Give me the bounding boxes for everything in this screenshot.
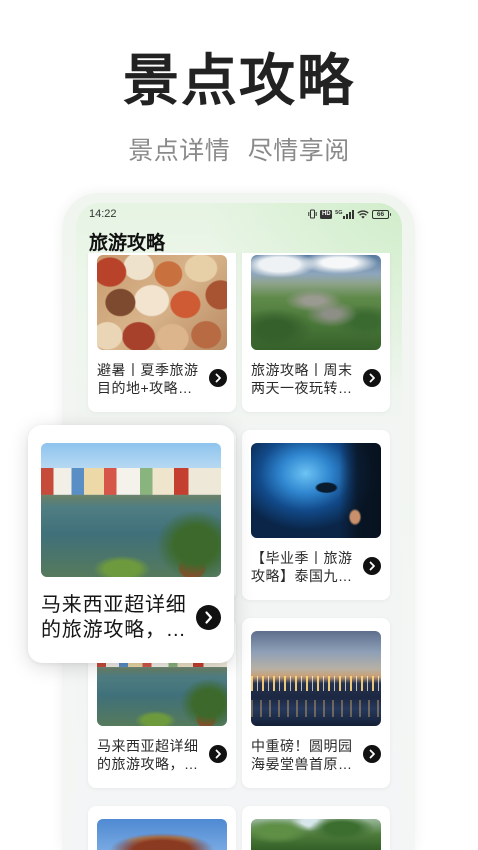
open-article-button[interactable] — [363, 557, 381, 575]
battery-icon: 66 — [372, 209, 391, 219]
article-thumbnail[interactable] — [251, 631, 381, 726]
chevron-right-icon — [363, 745, 381, 763]
open-article-button[interactable] — [209, 745, 227, 763]
featured-article-thumbnail[interactable] — [41, 443, 221, 577]
status-time: 14:22 — [89, 208, 117, 220]
article-card[interactable]: 中重磅！圆明园 海晏堂兽首原… — [242, 618, 390, 788]
chevron-right-icon — [209, 369, 227, 387]
article-thumbnail[interactable] — [251, 443, 381, 538]
featured-article-card[interactable]: 马来西亚超详细 的旅游攻略，… — [28, 425, 234, 663]
article-card[interactable] — [242, 806, 390, 850]
wifi-icon — [357, 209, 369, 219]
featured-article-title: 马来西亚超详细 的旅游攻略，… — [41, 593, 193, 643]
open-article-button[interactable] — [209, 369, 227, 387]
chevron-right-icon — [363, 557, 381, 575]
article-thumbnail[interactable] — [251, 819, 381, 850]
article-thumbnail[interactable] — [251, 255, 381, 350]
chevron-right-icon — [196, 605, 221, 630]
signal-bars-icon — [343, 209, 354, 219]
chevron-right-icon — [209, 745, 227, 763]
article-title-line: 马来西亚超详细 — [97, 738, 199, 754]
open-article-button[interactable] — [363, 369, 381, 387]
article-thumbnail[interactable] — [97, 819, 227, 850]
article-card[interactable]: 旅游攻略丨周末 两天一夜玩转… — [242, 253, 390, 412]
status-icons: HD 5G 66 — [308, 209, 391, 219]
open-article-button[interactable] — [363, 745, 381, 763]
article-card[interactable]: 【毕业季丨旅游 攻略】泰国九… — [242, 430, 390, 600]
article-title: 【毕业季丨旅游 攻略】泰国九… — [251, 549, 361, 585]
featured-article-title-line: 的旅游攻略，… — [41, 619, 187, 641]
chevron-right-icon — [363, 369, 381, 387]
promo-page: 景点攻略 景点详情 尽情享阅 14:22 HD 5G 66 旅游攻略 避暑丨夏季… — [0, 0, 478, 850]
open-featured-article-button[interactable] — [196, 605, 221, 630]
article-title-line: 的旅游攻略，… — [97, 756, 199, 772]
article-title-line: 【毕业季丨旅游 — [251, 550, 353, 566]
hd-icon: HD — [320, 209, 333, 219]
article-card[interactable] — [88, 806, 236, 850]
promo-title: 景点攻略 — [123, 49, 355, 112]
article-title-line: 攻略】泰国九… — [251, 568, 353, 584]
article-title: 旅游攻略丨周末 两天一夜玩转… — [251, 361, 361, 397]
promo-subtitle: 景点详情 尽情享阅 — [128, 137, 350, 165]
article-title-line: 海晏堂兽首原… — [251, 756, 353, 772]
article-card[interactable]: 避暑丨夏季旅游 目的地+攻略… — [88, 253, 236, 412]
article-title-line: 避暑丨夏季旅游 — [97, 362, 199, 378]
vibrate-icon — [308, 209, 318, 219]
article-title-line: 旅游攻略丨周末 — [251, 362, 353, 378]
article-title-line: 目的地+攻略… — [97, 380, 193, 396]
battery-level: 66 — [376, 210, 385, 218]
article-title-line: 中重磅！圆明园 — [251, 738, 353, 754]
article-title: 避暑丨夏季旅游 目的地+攻略… — [97, 361, 207, 397]
signal-icon: 5G — [335, 209, 354, 219]
network-type-label: 5G — [335, 209, 343, 216]
featured-article-title-line: 马来西亚超详细 — [41, 594, 187, 616]
article-title: 中重磅！圆明园 海晏堂兽首原… — [251, 737, 361, 773]
article-title: 马来西亚超详细 的旅游攻略，… — [97, 737, 207, 773]
article-title-line: 两天一夜玩转… — [251, 380, 353, 396]
article-thumbnail[interactable] — [97, 255, 227, 350]
